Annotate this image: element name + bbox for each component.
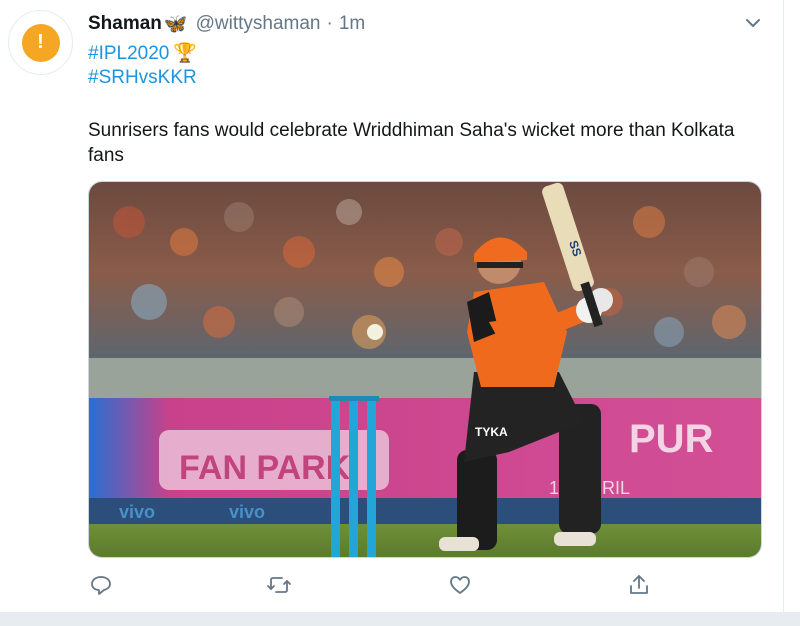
sponsor-text-2: vivo — [229, 502, 265, 522]
tweet-header: Shaman 🦋 @wittyshaman · 1m — [88, 12, 365, 36]
hashtag-link-ipl[interactable]: #IPL2020 🏆 — [88, 41, 197, 65]
chevron-down-icon[interactable] — [742, 12, 764, 34]
separator-dot: · — [326, 13, 333, 34]
butterfly-icon: 🦋 — [163, 14, 188, 35]
timeline-divider — [0, 612, 800, 626]
reply-icon[interactable] — [88, 572, 114, 598]
tweet-card[interactable]: ! Shaman 🦋 @wittyshaman · 1m #IPL2020 🏆 #… — [0, 0, 783, 612]
avatar-glyph: ! — [37, 31, 44, 53]
sponsor-text: vivo — [119, 502, 155, 522]
timestamp[interactable]: 1m — [339, 13, 365, 35]
panel-border — [783, 0, 784, 612]
avatar-alert-icon: ! — [21, 23, 60, 62]
display-name[interactable]: Shaman — [88, 13, 162, 35]
tweet-text: Sunrisers fans would celebrate Wriddhima… — [88, 120, 735, 166]
heart-icon[interactable] — [447, 572, 473, 598]
share-icon[interactable] — [626, 572, 652, 598]
board-text-right: PUR — [629, 417, 714, 461]
tweet-actions — [88, 572, 688, 600]
board-text-left: FAN PARK — [179, 449, 351, 487]
user-handle[interactable]: @wittyshaman — [196, 13, 321, 35]
hashtag-link-srh-kkr[interactable]: #SRHvsKKR — [88, 67, 197, 89]
jersey-text: TYKA — [475, 425, 508, 439]
avatar[interactable]: ! — [8, 10, 73, 75]
tweet-photo[interactable]: FAN PARK PUR 1.2 APRIL vivo vivo TYKA — [88, 181, 762, 558]
trophy-icon: 🏆 — [173, 43, 198, 64]
retweet-icon[interactable] — [266, 572, 292, 598]
